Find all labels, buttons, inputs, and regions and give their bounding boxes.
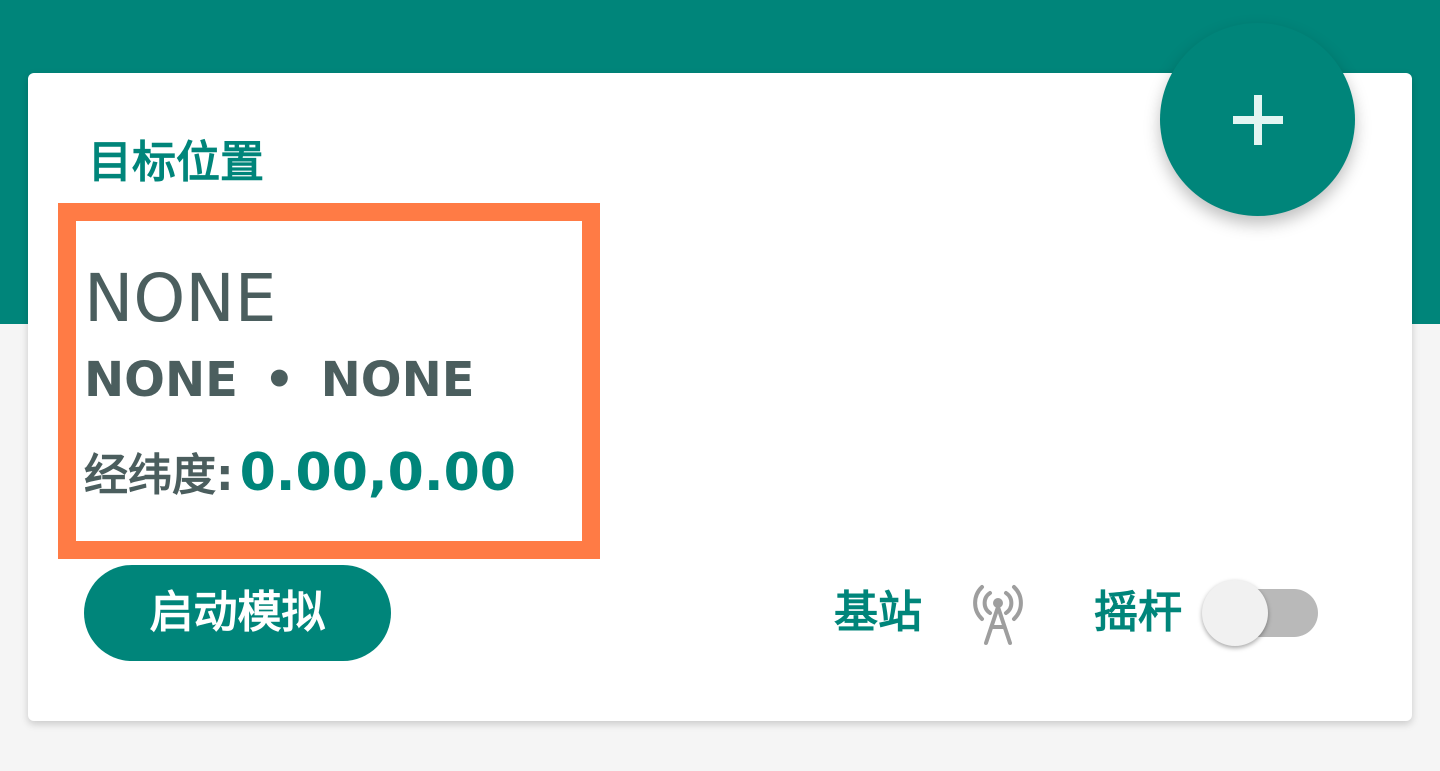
coords-row: 经纬度: 0.00,0.00 — [84, 443, 516, 515]
coords-label: 经纬度: — [84, 450, 234, 501]
place-name: NONE — [84, 260, 277, 337]
station-label: 基站 — [834, 587, 922, 638]
card-title: 目标位置 — [88, 137, 264, 188]
target-location-card: 目标位置 NONE NONE • NONE 经纬度: 0.00,0.00 启动模拟 基… — [28, 23, 1412, 721]
coords-value: 0.00,0.00 — [239, 443, 516, 503]
joystick-label: 摇杆 — [1094, 587, 1182, 638]
joystick-toggle[interactable] — [1202, 580, 1318, 646]
start-simulation-button[interactable]: 启动模拟 — [84, 565, 391, 661]
place-subtitle: NONE • NONE — [84, 353, 475, 407]
add-button[interactable] — [1160, 23, 1355, 216]
place-sub-right: NONE — [320, 352, 475, 408]
place-sub-left: NONE — [84, 352, 238, 408]
antenna-icon[interactable] — [968, 583, 1028, 647]
separator-dot: • — [263, 352, 295, 408]
toggle-thumb — [1202, 580, 1268, 646]
